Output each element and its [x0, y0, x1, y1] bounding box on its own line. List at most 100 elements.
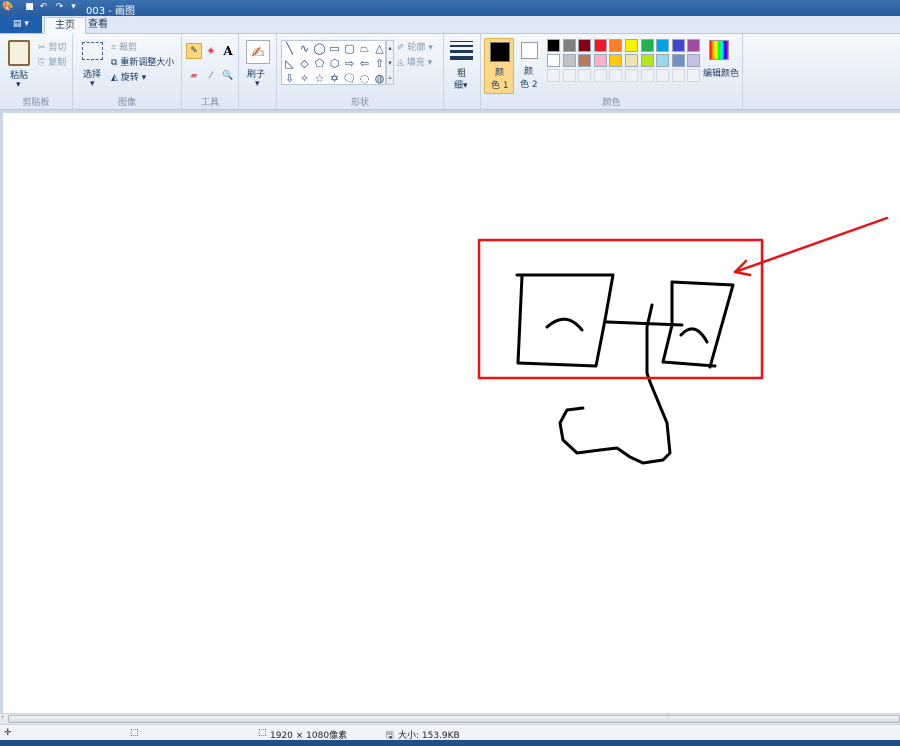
horizontal-scrollbar[interactable]: ‹ ⦙	[0, 713, 900, 724]
custom-color-slot[interactable]	[671, 69, 685, 82]
paste-dropdown-icon[interactable]: ▾	[16, 80, 21, 90]
canvas-size-icon: ⬚	[258, 728, 267, 738]
palette-color-swatch[interactable]	[562, 54, 576, 67]
drawing-canvas[interactable]	[3, 113, 900, 713]
fill-button[interactable]: ◬ 填充 ▾	[397, 55, 432, 68]
outline-button[interactable]: ✐ 轮廓 ▾	[397, 40, 433, 53]
shape-item[interactable]: △	[372, 41, 387, 56]
custom-color-slot[interactable]	[593, 69, 607, 82]
palette-color-swatch[interactable]	[578, 54, 592, 67]
edit-colors-icon[interactable]	[709, 40, 729, 60]
customize-quick-access-icon[interactable]: ▾	[68, 2, 79, 13]
brush-icon[interactable]: ✍	[246, 40, 270, 64]
shape-item[interactable]: ▢	[342, 41, 357, 56]
shape-item[interactable]: 🗨	[342, 71, 357, 86]
shapes-gallery: ╲ ∿ ◯ ▭ ▢ ⏢ △ ◺ ◇ ⬠ ⬡ ⇨ ⇦ ⇧ ⇩ ✧ ☆ ✡ 🗨 ◌ ◍	[281, 40, 386, 85]
palette-color-swatch[interactable]	[687, 39, 701, 52]
palette-color-swatch[interactable]	[640, 39, 654, 52]
shape-item[interactable]: ⇧	[372, 56, 387, 71]
file-menu-button[interactable]: ▤ ▾	[0, 16, 42, 33]
scroll-left-icon[interactable]: ‹	[1, 713, 4, 721]
custom-color-slot[interactable]	[640, 69, 654, 82]
tab-view[interactable]: 查看	[78, 17, 118, 34]
palette-color-swatch[interactable]	[640, 54, 654, 67]
cut-button[interactable]: ✂ 剪切	[38, 40, 66, 53]
palette-color-swatch[interactable]	[625, 54, 638, 67]
shape-item[interactable]: ◍	[372, 71, 387, 86]
color-picker-icon[interactable]: ⁄	[203, 68, 219, 84]
palette-color-swatch[interactable]	[656, 54, 670, 67]
crop-button[interactable]: ⌗ 裁剪	[111, 40, 137, 53]
shape-item[interactable]: ◇	[297, 56, 312, 71]
custom-color-slot[interactable]	[562, 69, 576, 82]
pencil-icon[interactable]: ✎	[186, 43, 202, 59]
size-icon[interactable]	[450, 41, 473, 60]
brushes-dropdown-icon[interactable]: ▾	[255, 79, 260, 89]
text-tool-icon[interactable]: A	[220, 43, 236, 59]
paint-app-icon[interactable]: 🎨	[2, 2, 13, 13]
shapes-gallery-scroll[interactable]: ▴ ▾ ⩡	[386, 40, 394, 85]
rotate-button[interactable]: ◭ 旋转 ▾	[111, 70, 146, 83]
rotate-label: 旋转	[120, 73, 139, 83]
custom-color-slot[interactable]	[656, 69, 670, 82]
palette-color-swatch[interactable]	[593, 39, 607, 52]
undo-icon[interactable]: ↶	[38, 2, 49, 13]
palette-color-swatch[interactable]	[547, 39, 560, 52]
custom-color-slot[interactable]	[609, 69, 623, 82]
shape-item[interactable]: ⬠	[312, 56, 327, 71]
magnifier-icon[interactable]: 🔍	[220, 68, 236, 84]
cursor-position-icon: ✛	[4, 728, 12, 738]
shape-item[interactable]: ⬡	[327, 56, 342, 71]
custom-color-slot[interactable]	[578, 69, 592, 82]
palette-color-swatch[interactable]	[671, 39, 685, 52]
palette-color-swatch[interactable]	[578, 39, 592, 52]
shape-item[interactable]: ⇦	[357, 56, 372, 71]
select-icon[interactable]	[82, 42, 103, 60]
canvas-area	[0, 110, 900, 713]
save-icon[interactable]: ■	[24, 2, 35, 13]
scrollbar-thumb[interactable]: ⦙	[8, 713, 900, 723]
fill-bucket-icon[interactable]: ◈	[203, 43, 219, 59]
shape-item[interactable]: ▭	[327, 41, 342, 56]
resize-button[interactable]: ⧉ 重新调整大小	[111, 55, 174, 68]
palette-color-swatch[interactable]	[656, 39, 670, 52]
shape-item[interactable]: ⇨	[342, 56, 357, 71]
edit-colors-button[interactable]: 编辑颜色	[703, 66, 739, 79]
shape-item[interactable]: ✧	[297, 71, 312, 86]
shape-item[interactable]: ╲	[282, 41, 297, 56]
shape-item[interactable]: ◌	[357, 71, 372, 86]
custom-color-slot[interactable]	[687, 69, 701, 82]
colors-group-label: 颜色	[602, 98, 621, 108]
clipboard-group-label: 剪贴板	[22, 98, 50, 108]
palette-color-swatch[interactable]	[625, 39, 638, 52]
color1-button[interactable]: 颜 色 1	[484, 38, 514, 94]
cable-stroke	[558, 303, 672, 465]
shape-item[interactable]: ∿	[297, 41, 312, 56]
palette-color-swatch[interactable]	[609, 39, 623, 52]
palette-color-swatch[interactable]	[593, 54, 607, 67]
copy-button[interactable]: ⎘ 复制	[38, 55, 66, 68]
shape-item[interactable]: ◺	[282, 56, 297, 71]
shape-item[interactable]: ◯	[312, 41, 327, 56]
color2-button[interactable]: 颜 色 2	[517, 38, 545, 94]
shape-item[interactable]: ⇩	[282, 71, 297, 86]
select-dropdown-icon[interactable]: ▾	[90, 79, 95, 89]
palette-color-swatch[interactable]	[562, 39, 576, 52]
redo-icon[interactable]: ↷	[54, 2, 65, 13]
palette-color-swatch[interactable]	[547, 54, 560, 67]
custom-color-slot[interactable]	[625, 69, 638, 82]
shape-item[interactable]: ☆	[312, 71, 327, 86]
custom-color-slot[interactable]	[547, 69, 560, 82]
shape-item[interactable]: ⏢	[357, 41, 372, 56]
taskbar	[0, 740, 900, 746]
color2-label-1: 颜	[524, 67, 534, 77]
shape-item[interactable]: ✡	[327, 71, 342, 86]
palette-color-swatch[interactable]	[671, 54, 685, 67]
size-button[interactable]: 细▾	[454, 78, 468, 91]
eraser-icon[interactable]: ▰	[186, 68, 202, 84]
color2-swatch	[521, 42, 538, 59]
size-group: 粗 细▾	[444, 34, 481, 110]
palette-color-swatch[interactable]	[687, 54, 701, 67]
palette-color-swatch[interactable]	[609, 54, 623, 67]
paste-icon[interactable]	[8, 40, 30, 66]
